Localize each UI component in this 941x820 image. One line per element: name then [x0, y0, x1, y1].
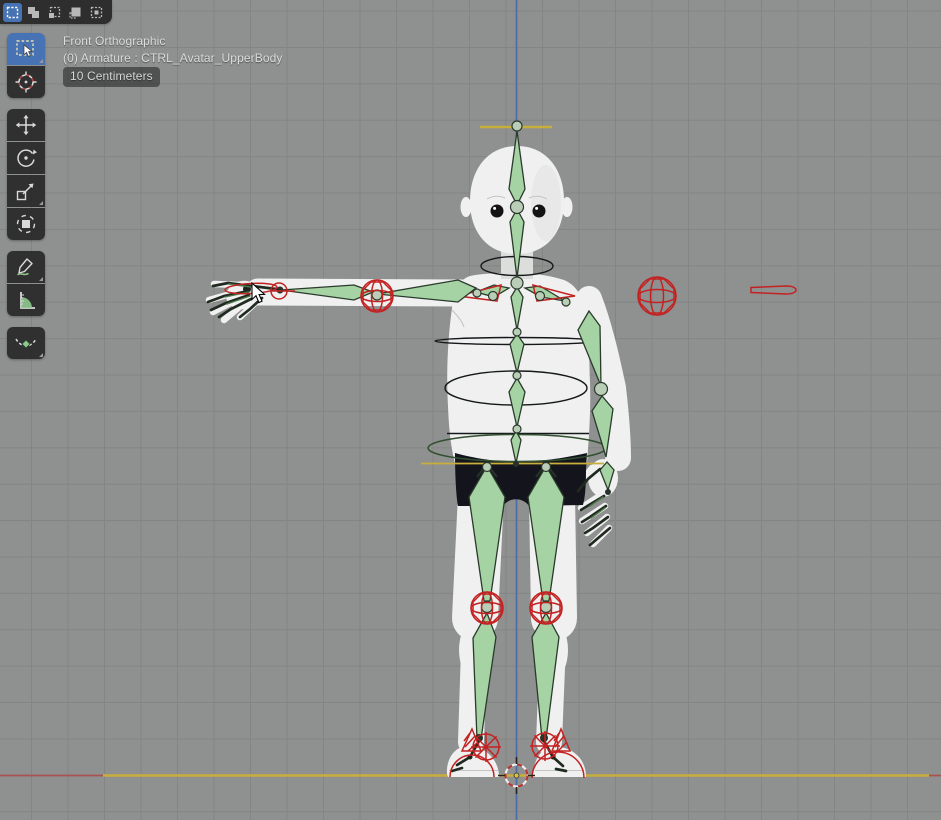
select-intersect-button[interactable]	[87, 3, 106, 22]
measure-tool-icon	[15, 289, 37, 311]
floating-blade-control[interactable]	[751, 286, 796, 294]
right-shoulder-joint[interactable]	[562, 298, 570, 306]
scale-tool[interactable]	[7, 175, 45, 207]
left-eye-glint	[493, 207, 496, 210]
select-set-icon	[6, 6, 19, 19]
select-invert-icon	[69, 6, 82, 19]
viewport-3d[interactable]: Front Orthographic (0) Armature : CTRL_A…	[0, 0, 941, 820]
left-clavicle-joint[interactable]	[489, 292, 498, 301]
right-hip-joint[interactable]	[542, 463, 551, 472]
object-label: (0) Armature : CTRL_Avatar_UpperBody	[63, 50, 282, 67]
subtool-indicator	[39, 59, 43, 63]
select-intersect-icon	[90, 6, 103, 19]
select-mode-bar	[0, 0, 112, 24]
right-eye	[533, 205, 546, 218]
select-subtract-button[interactable]	[45, 3, 64, 22]
neck-base-joint[interactable]	[511, 277, 523, 289]
toolbar	[7, 33, 45, 359]
cursor-tool[interactable]	[7, 66, 45, 98]
rotate-tool[interactable]	[7, 142, 45, 174]
breakdowner-curve-tool[interactable]	[7, 327, 45, 359]
left-elbow-joint[interactable]	[372, 290, 382, 300]
face-shade	[531, 165, 561, 241]
pelvis-tail-joint[interactable]	[513, 461, 519, 467]
select-subtract-icon	[48, 6, 61, 19]
head-top-joint[interactable]	[512, 121, 522, 131]
select-extend-button[interactable]	[24, 3, 43, 22]
move-tool[interactable]	[7, 109, 45, 141]
subtool-indicator	[39, 277, 43, 281]
tool-group-annotate	[7, 251, 45, 316]
subtool-indicator	[39, 201, 43, 205]
select-invert-button[interactable]	[66, 3, 85, 22]
right-clavicle-joint[interactable]	[536, 292, 545, 301]
subtool-indicator	[39, 353, 43, 357]
tool-group-select	[7, 33, 45, 98]
right-hand-tip-joint[interactable]	[605, 489, 611, 495]
left-hip-joint[interactable]	[483, 463, 492, 472]
cursor-3d[interactable]	[498, 757, 535, 794]
left-foot-wheel-control[interactable]	[471, 732, 501, 762]
scene-canvas[interactable]	[0, 0, 941, 820]
select-box-tool[interactable]	[7, 33, 45, 65]
tool-group-pose	[7, 327, 45, 359]
chest-joint[interactable]	[513, 328, 521, 336]
left-shoulder-joint[interactable]	[473, 289, 481, 297]
move-tool-icon	[15, 114, 37, 136]
pelvis-joint[interactable]	[513, 425, 521, 433]
floating-wire-sphere[interactable]	[638, 277, 676, 315]
tool-group-transform	[7, 109, 45, 240]
select-extend-icon	[27, 6, 40, 19]
cursor-tool-icon	[15, 71, 37, 93]
select-set-button[interactable]	[3, 3, 22, 22]
character-mesh[interactable]	[209, 146, 618, 777]
spine-joint[interactable]	[513, 372, 521, 380]
rotate-tool-icon	[15, 147, 37, 169]
annotate-tool[interactable]	[7, 251, 45, 283]
transform-tool-icon	[15, 213, 37, 235]
scale-tool-icon	[15, 180, 37, 202]
right-foot-wheel-control[interactable]	[530, 731, 560, 761]
transform-tool[interactable]	[7, 208, 45, 240]
viewport-overlay-text: Front Orthographic (0) Armature : CTRL_A…	[63, 33, 282, 87]
left-eye	[491, 205, 504, 218]
annotate-tool-icon	[15, 256, 37, 278]
view-label: Front Orthographic	[63, 33, 282, 50]
head-bone-upper[interactable]	[509, 131, 525, 205]
grid-scale-badge: 10 Centimeters	[63, 67, 160, 87]
left-ear	[461, 197, 472, 217]
breakdowner-curve-tool-icon	[14, 334, 38, 352]
measure-tool[interactable]	[7, 284, 45, 316]
head-mid-joint[interactable]	[511, 201, 524, 214]
right-elbow-joint[interactable]	[595, 383, 608, 396]
select-box-tool-icon	[15, 39, 37, 59]
right-eye-glint	[535, 207, 538, 210]
